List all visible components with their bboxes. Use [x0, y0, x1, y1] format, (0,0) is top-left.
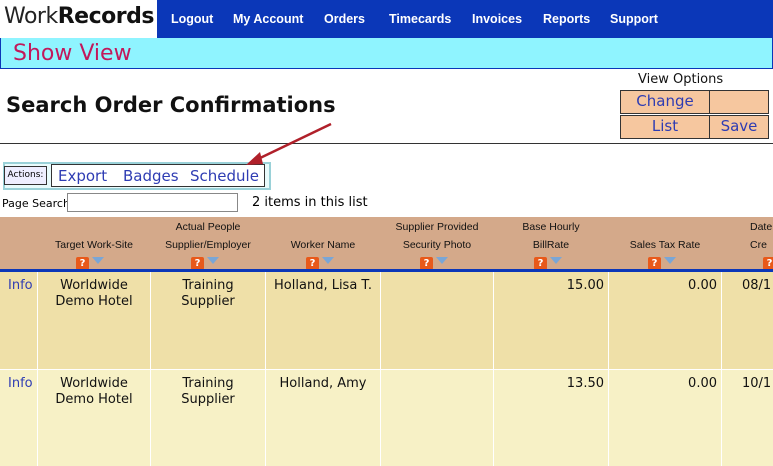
- filter-icon[interactable]: [664, 257, 676, 264]
- filter-icon[interactable]: [322, 257, 334, 264]
- cell-tax-rate: 0.00: [609, 370, 722, 466]
- item-count: 2 items in this list: [252, 195, 368, 210]
- table-row: Info Worldwide Demo Hotel Training Supplie…: [0, 370, 773, 466]
- filter-icon[interactable]: [92, 257, 104, 264]
- filter-icon[interactable]: [436, 257, 448, 264]
- page-search-input[interactable]: [67, 193, 238, 212]
- table-row: Info Worldwide Demo Hotel Training Supplie…: [0, 272, 773, 369]
- col-worker-icons: ?: [306, 251, 334, 270]
- cell-date: 08/1: [742, 278, 772, 293]
- cell-billrate: 15.00: [494, 272, 609, 369]
- page-search-label: Page Search:: [2, 197, 74, 210]
- col-billrate-icons: ?: [534, 251, 562, 270]
- cell-tax-rate: 0.00: [609, 272, 722, 369]
- cell-supplier: Training Supplier: [151, 272, 266, 369]
- info-link[interactable]: Info: [0, 272, 38, 369]
- cell-work-site: Worldwide Demo Hotel: [38, 370, 151, 466]
- filter-icon[interactable]: [207, 257, 219, 264]
- col-date-icons: ?: [763, 251, 773, 270]
- cell-worker-name: Holland, Amy: [266, 370, 381, 466]
- cell-date: 10/1: [742, 376, 772, 391]
- col-target-icons: ?: [76, 251, 104, 270]
- cell-worker-name: Holland, Lisa T.: [266, 272, 381, 369]
- cell-supplier: Training Supplier: [151, 370, 266, 466]
- col-photo-icons: ?: [420, 251, 448, 270]
- cell-security-photo: [381, 370, 494, 466]
- info-link[interactable]: Info: [0, 370, 38, 466]
- col-supplier-icons: ?: [191, 251, 219, 270]
- cell-billrate: 13.50: [494, 370, 609, 466]
- filter-icon[interactable]: [550, 257, 562, 264]
- col-tax-icons: ?: [648, 251, 676, 270]
- cell-security-photo: [381, 272, 494, 369]
- cell-work-site: Worldwide Demo Hotel: [38, 272, 151, 369]
